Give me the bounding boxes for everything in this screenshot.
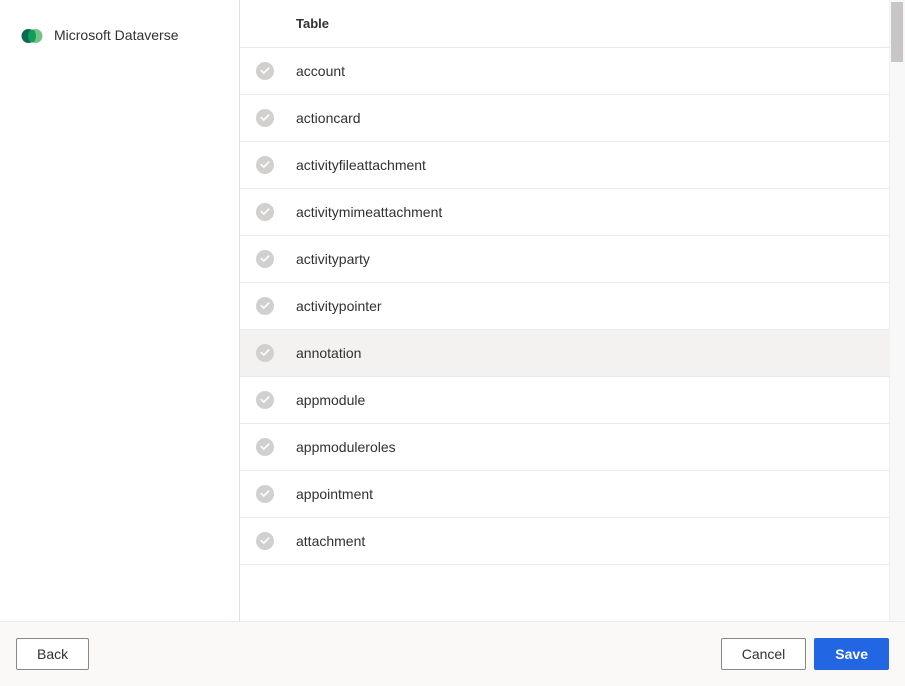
check-circle-icon[interactable] [256, 344, 274, 362]
check-circle-icon[interactable] [256, 203, 274, 221]
table-row[interactable]: activityparty [240, 236, 905, 283]
footer-bar: Back Cancel Save [0, 621, 905, 686]
table-row-label: appmoduleroles [296, 439, 396, 455]
table-row-label: activitypointer [296, 298, 382, 314]
table-row-label: actioncard [296, 110, 361, 126]
table-row[interactable]: account [240, 48, 905, 95]
table-row-label: appmodule [296, 392, 365, 408]
table-row[interactable]: activityfileattachment [240, 142, 905, 189]
table-list-panel: Table account actioncard activityfileattac… [240, 0, 905, 621]
check-circle-icon[interactable] [256, 438, 274, 456]
sidebar: Microsoft Dataverse [0, 0, 240, 621]
check-circle-icon[interactable] [256, 250, 274, 268]
scrollbar-track[interactable] [889, 0, 905, 621]
table-row-label: activitymimeattachment [296, 204, 442, 220]
table-row[interactable]: appmoduleroles [240, 424, 905, 471]
check-circle-icon[interactable] [256, 532, 274, 550]
table-row-label: account [296, 63, 345, 79]
table-column-header[interactable]: Table [240, 0, 905, 48]
cancel-button[interactable]: Cancel [721, 638, 807, 670]
table-row[interactable]: activitypointer [240, 283, 905, 330]
table-row-label: annotation [296, 345, 361, 361]
dataverse-icon [20, 24, 44, 48]
table-row[interactable]: appointment [240, 471, 905, 518]
check-circle-icon[interactable] [256, 297, 274, 315]
table-row[interactable]: annotation [240, 330, 905, 377]
check-circle-icon[interactable] [256, 156, 274, 174]
table-row[interactable]: appmodule [240, 377, 905, 424]
check-circle-icon[interactable] [256, 485, 274, 503]
table-row[interactable]: activitymimeattachment [240, 189, 905, 236]
table-row[interactable]: actioncard [240, 95, 905, 142]
content-area: Microsoft Dataverse Table account actionc… [0, 0, 905, 621]
table-row-label: attachment [296, 533, 365, 549]
table-row-label: activityfileattachment [296, 157, 426, 173]
save-button[interactable]: Save [814, 638, 889, 670]
check-circle-icon[interactable] [256, 62, 274, 80]
scrollbar-thumb[interactable] [891, 2, 903, 62]
table-row[interactable]: attachment [240, 518, 905, 565]
back-button[interactable]: Back [16, 638, 89, 670]
check-circle-icon[interactable] [256, 391, 274, 409]
table-row-label: appointment [296, 486, 373, 502]
table-row-label: activityparty [296, 251, 370, 267]
check-circle-icon[interactable] [256, 109, 274, 127]
source-label: Microsoft Dataverse [54, 24, 178, 43]
